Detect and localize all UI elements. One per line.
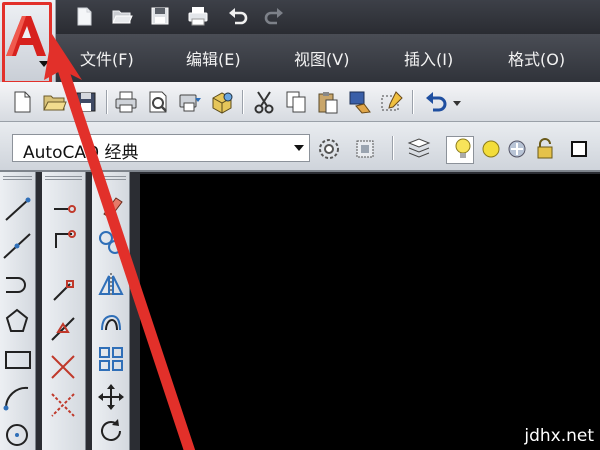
workspace-settings-icon[interactable]	[314, 134, 344, 164]
freeze-icon[interactable]	[502, 134, 532, 164]
layer-manager-icon[interactable]	[404, 134, 434, 164]
object-snap-toolbar	[42, 172, 86, 450]
toolbar-separator	[106, 90, 108, 114]
workspace-dropdown[interactable]: AutoCAD 经典	[12, 134, 310, 163]
new-icon[interactable]	[8, 88, 36, 116]
open-icon[interactable]	[40, 88, 68, 116]
offset-icon[interactable]	[96, 308, 126, 338]
print-icon[interactable]	[186, 5, 210, 27]
copy-object-icon[interactable]	[96, 228, 126, 258]
toolbar-separator	[392, 136, 394, 160]
palette-grip[interactable]	[45, 176, 82, 180]
midpoint-icon[interactable]	[48, 314, 78, 344]
standard-toolbar	[0, 82, 600, 122]
paste-icon[interactable]	[314, 88, 342, 116]
new-file-icon[interactable]	[72, 5, 96, 27]
draw-toolbar	[0, 172, 36, 450]
intersection-icon[interactable]	[48, 352, 78, 382]
array-icon[interactable]	[96, 344, 126, 374]
endpoint-icon[interactable]	[48, 276, 78, 306]
save-icon[interactable]	[148, 5, 172, 27]
menu-item-edit[interactable]: 编辑(E)	[186, 46, 241, 70]
polyline-icon[interactable]	[2, 270, 32, 300]
toolbar-separator	[242, 90, 244, 114]
customize-icon[interactable]	[350, 134, 380, 164]
palette-grip[interactable]	[3, 176, 32, 180]
chevron-down-icon[interactable]	[293, 143, 305, 153]
polygon-icon[interactable]	[2, 306, 32, 336]
construction-line-icon[interactable]	[2, 230, 32, 260]
line-icon[interactable]	[2, 194, 32, 224]
snap-from-icon[interactable]	[48, 224, 78, 254]
undo-dropdown-icon[interactable]	[450, 88, 464, 116]
highlight-box	[2, 2, 52, 84]
save-icon[interactable]	[72, 88, 100, 116]
menu-item-insert[interactable]: 插入(I)	[404, 46, 453, 70]
drawing-canvas[interactable]	[140, 174, 600, 450]
rotate-icon[interactable]	[96, 416, 126, 446]
erase-icon[interactable]	[96, 192, 126, 222]
modify-toolbar	[92, 172, 130, 450]
undo-icon[interactable]	[422, 88, 450, 116]
open-folder-icon[interactable]	[110, 5, 134, 27]
arc-icon[interactable]	[2, 382, 32, 412]
color-square-icon[interactable]	[564, 134, 594, 164]
lock-icon[interactable]	[530, 134, 560, 164]
palette-grip[interactable]	[95, 176, 126, 180]
print-preview-icon[interactable]	[144, 88, 172, 116]
lightbulb-icon[interactable]	[448, 134, 478, 164]
3d-dwf-icon[interactable]	[208, 88, 236, 116]
match-properties-icon[interactable]	[346, 88, 374, 116]
toolbar-separator	[412, 90, 414, 114]
temp-track-icon[interactable]	[48, 194, 78, 224]
publish-icon[interactable]	[176, 88, 204, 116]
quick-access-toolbar	[0, 0, 600, 34]
block-editor-icon[interactable]	[378, 88, 406, 116]
cut-icon[interactable]	[250, 88, 278, 116]
copy-icon[interactable]	[282, 88, 310, 116]
workspace-toolbar: AutoCAD 经典	[0, 122, 600, 172]
menu-item-file[interactable]: 文件(F)	[80, 46, 134, 70]
workspace-value: AutoCAD 经典	[23, 143, 139, 163]
circle-icon[interactable]	[2, 420, 32, 450]
menu-item-view[interactable]: 视图(V)	[294, 46, 349, 70]
apparent-intersection-icon[interactable]	[48, 390, 78, 420]
mirror-icon[interactable]	[96, 270, 126, 300]
menu-bar: 文件(F) 编辑(E) 视图(V) 插入(I) 格式(O)	[56, 34, 600, 82]
undo-icon[interactable]	[226, 5, 250, 27]
rectangle-icon[interactable]	[2, 344, 32, 374]
watermark: jdhx.net	[524, 426, 594, 446]
move-icon[interactable]	[96, 382, 126, 412]
redo-icon[interactable]	[262, 5, 286, 27]
menu-item-format[interactable]: 格式(O)	[508, 46, 565, 70]
print-icon[interactable]	[112, 88, 140, 116]
